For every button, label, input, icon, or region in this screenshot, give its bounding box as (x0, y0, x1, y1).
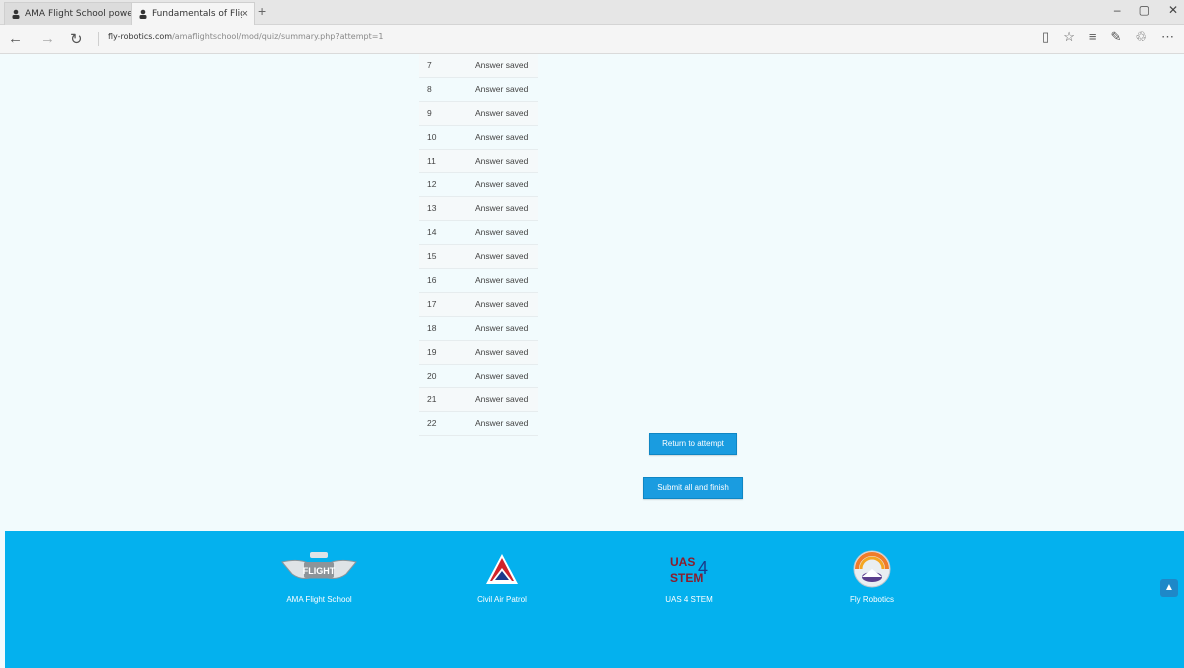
question-status: Answer saved (475, 370, 529, 381)
table-row: 11 Answer saved (419, 149, 538, 174)
uas-4-stem-logo: UAS STEM 4 (629, 549, 749, 589)
question-number: 15 (427, 251, 437, 262)
question-status: Answer saved (475, 227, 529, 238)
forward-arrow-icon[interactable]: → (40, 30, 55, 47)
divider (98, 32, 99, 46)
more-icon[interactable]: ⋯ (1161, 29, 1174, 45)
new-tab-button[interactable]: + (258, 3, 266, 19)
question-status: Answer saved (475, 275, 529, 286)
question-status: Answer saved (475, 60, 529, 70)
question-status: Answer saved (475, 107, 529, 118)
partner-ama-flight-school[interactable]: FLIGHT AMA Flight School (259, 549, 379, 604)
table-row: 9 Answer saved (419, 101, 538, 126)
tab-title: AMA Flight School powerec (25, 9, 131, 19)
question-status: Answer saved (475, 155, 529, 166)
question-status: Answer saved (475, 131, 529, 142)
question-number: 11 (427, 155, 436, 166)
question-number: 19 (427, 346, 437, 357)
address-bar: ← → ↻ fly-robotics.com/amaflightschool/m… (0, 25, 1184, 54)
ama-flight-school-logo: FLIGHT (259, 549, 379, 589)
minimize-button[interactable]: – (1114, 3, 1121, 17)
table-row: 17 Answer saved (419, 292, 538, 317)
table-row: 12 Answer saved (419, 173, 538, 198)
partner-name: AMA Flight School (286, 595, 352, 604)
scroll-to-top-button[interactable]: ▲ (1160, 579, 1178, 597)
partner-fly-robotics[interactable]: Fly Robotics (812, 549, 932, 604)
tab-title: Fundamentals of Flight (152, 9, 242, 19)
url-field[interactable]: fly-robotics.com/amaflightschool/mod/qui… (108, 32, 384, 41)
svg-text:UAS: UAS (670, 555, 695, 569)
question-status: Answer saved (475, 251, 529, 262)
toolbar-buttons: ▯ ☆ ≡ ✎ ♲ ⋯ (1042, 29, 1174, 45)
question-status: Answer saved (475, 179, 529, 190)
question-status: Answer saved (475, 346, 529, 357)
question-number: 18 (427, 322, 437, 333)
table-row: 20 Answer saved (419, 365, 538, 389)
hub-icon[interactable]: ≡ (1089, 29, 1097, 45)
question-number: 16 (427, 275, 437, 286)
table-row: 13 Answer saved (419, 197, 538, 222)
question-number: 8 (427, 83, 432, 94)
favorite-star-icon[interactable]: ☆ (1063, 29, 1075, 45)
table-row: 14 Answer saved (419, 221, 538, 246)
submit-all-and-finish-button[interactable]: Submit all and finish (643, 477, 743, 499)
url-domain: fly-robotics.com (108, 32, 173, 41)
table-row: 7 Answer saved (419, 54, 538, 78)
close-tab-icon[interactable]: × (242, 8, 248, 20)
partner-name: UAS 4 STEM (665, 595, 713, 604)
question-number: 10 (427, 131, 437, 142)
quiz-summary-table: 7 Answer saved 8 Answer saved 9 Answer save… (419, 54, 538, 437)
question-status: Answer saved (475, 83, 529, 94)
question-status: Answer saved (475, 418, 529, 429)
table-row: 21 Answer saved (419, 388, 538, 413)
civil-air-patrol-logo (442, 549, 562, 589)
maximize-button[interactable]: ▢ (1139, 3, 1150, 17)
window-controls: – ▢ ✕ (1114, 3, 1178, 17)
back-arrow-icon[interactable]: ← (8, 30, 23, 47)
question-number: 9 (427, 107, 432, 118)
url-path: /amaflightschool/mod/quiz/summary.php?at… (172, 32, 384, 41)
question-status: Answer saved (475, 298, 529, 309)
svg-text:4: 4 (698, 558, 708, 578)
table-row: 16 Answer saved (419, 269, 538, 293)
browser-tab-fundamentals[interactable]: Fundamentals of Flight × (131, 2, 255, 25)
reading-view-icon[interactable]: ▯ (1042, 29, 1049, 45)
ama-logo-text: FLIGHT (303, 566, 336, 576)
refresh-icon[interactable]: ↻ (70, 30, 83, 48)
partner-name: Fly Robotics (849, 595, 894, 604)
partner-name: Civil Air Patrol (477, 595, 527, 604)
chevron-up-icon: ▲ (1164, 582, 1174, 593)
question-number: 12 (427, 179, 437, 190)
table-row: 8 Answer saved (419, 78, 538, 102)
question-number: 17 (427, 298, 437, 309)
question-number: 7 (427, 60, 432, 70)
table-row: 18 Answer saved (419, 317, 538, 341)
fly-robotics-logo (812, 549, 932, 589)
question-number: 22 (427, 418, 437, 429)
close-window-button[interactable]: ✕ (1168, 3, 1178, 17)
return-to-attempt-button[interactable]: Return to attempt (649, 433, 737, 455)
partner-civil-air-patrol[interactable]: Civil Air Patrol (442, 549, 562, 604)
question-number: 13 (427, 203, 437, 214)
footer: FLIGHT AMA Flight School Civil Air Patro… (5, 531, 1184, 668)
table-row: 22 Answer saved (419, 412, 538, 437)
question-number: 21 (427, 394, 437, 405)
question-number: 20 (427, 370, 437, 381)
browser-tab-ama[interactable]: AMA Flight School powerec (4, 2, 132, 25)
web-note-icon[interactable]: ✎ (1110, 29, 1121, 45)
person-icon (12, 9, 20, 19)
question-status: Answer saved (475, 322, 529, 333)
question-status: Answer saved (475, 394, 529, 405)
table-row: 19 Answer saved (419, 340, 538, 365)
table-row: 10 Answer saved (419, 126, 538, 150)
browser-tab-bar: AMA Flight School powerec Fundamentals o… (0, 0, 1184, 25)
table-row: 15 Answer saved (419, 245, 538, 270)
partner-uas-4-stem[interactable]: UAS STEM 4 UAS 4 STEM (629, 549, 749, 604)
person-icon (139, 9, 147, 19)
share-icon[interactable]: ♲ (1135, 29, 1147, 45)
question-status: Answer saved (475, 203, 529, 214)
question-number: 14 (427, 227, 437, 238)
